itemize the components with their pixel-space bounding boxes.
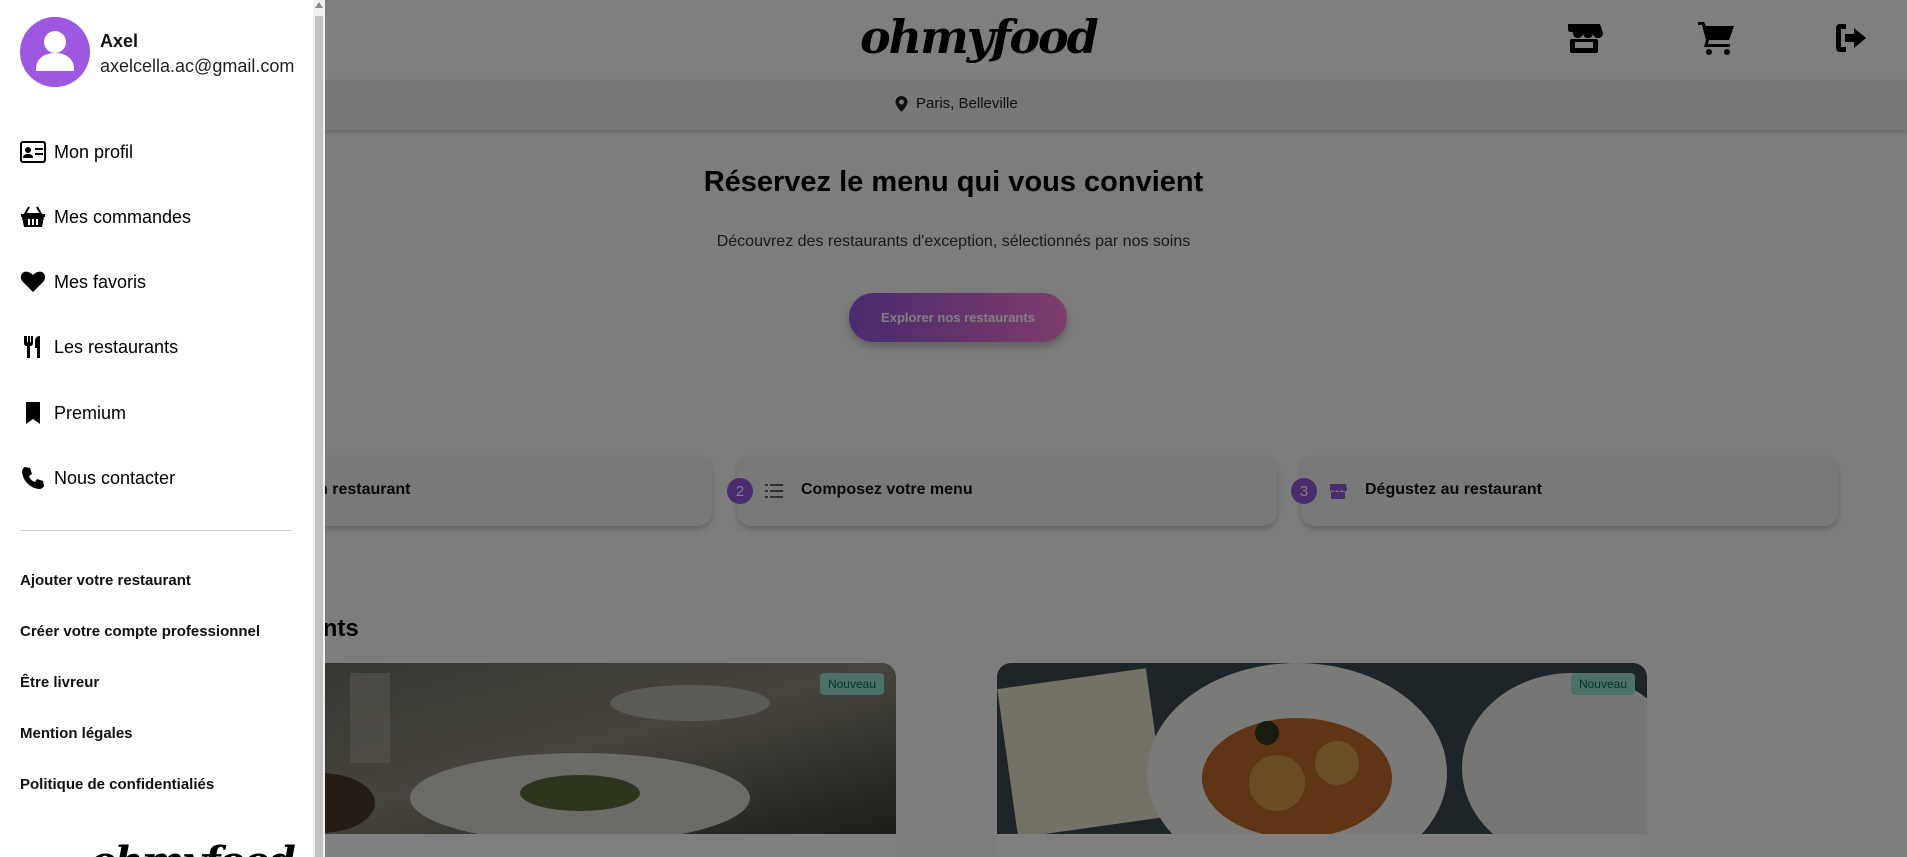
scroll-thumb[interactable]: [315, 16, 323, 857]
link-privacy[interactable]: Politique de confidentialiés: [20, 776, 214, 793]
link-pro-account[interactable]: Créer votre compte professionnel: [20, 623, 260, 640]
avatar[interactable]: [20, 17, 90, 87]
link-legal[interactable]: Mention légales: [20, 725, 133, 742]
utensils-icon: [24, 336, 40, 358]
nav-item-mes-commandes[interactable]: Mes commandes: [20, 202, 191, 232]
nav-item-label: Mes favoris: [54, 271, 147, 292]
nav-item-label: Les restaurants: [54, 336, 179, 357]
nav-item-les-restaurants[interactable]: Les restaurants: [20, 332, 178, 362]
heart-icon: [20, 271, 46, 292]
nav-item-label: Mes commandes: [54, 206, 192, 227]
drawer-scrollbar[interactable]: [313, 0, 325, 857]
nav-item-mon-profil[interactable]: Mon profil: [20, 137, 133, 167]
bookmark-icon: [26, 402, 40, 424]
phone-icon: [22, 467, 44, 489]
side-drawer: Axel axelcella.ac@gmail.com Mon profil M…: [0, 0, 313, 857]
drawer-logo: ohmyfood: [90, 838, 296, 857]
link-delivery[interactable]: Être livreur: [20, 674, 99, 691]
id-card-icon: [20, 141, 46, 163]
divider: [20, 530, 292, 531]
nav-item-label: Mon profil: [54, 141, 134, 162]
nav-item-nous-contacter[interactable]: Nous contacter: [20, 463, 175, 493]
user-name: Axel: [100, 31, 139, 51]
basket-icon: [21, 206, 45, 227]
scroll-up-arrow-icon[interactable]: [315, 2, 323, 8]
user-icon: [36, 31, 74, 71]
nav-item-label: Nous contacter: [54, 467, 176, 488]
nav-item-label: Premium: [54, 402, 127, 423]
nav-item-premium[interactable]: Premium: [20, 398, 126, 428]
user-email: axelcella.ac@gmail.com: [100, 56, 295, 76]
nav-item-mes-favoris[interactable]: Mes favoris: [20, 267, 146, 297]
link-add-restaurant[interactable]: Ajouter votre restaurant: [20, 572, 191, 589]
